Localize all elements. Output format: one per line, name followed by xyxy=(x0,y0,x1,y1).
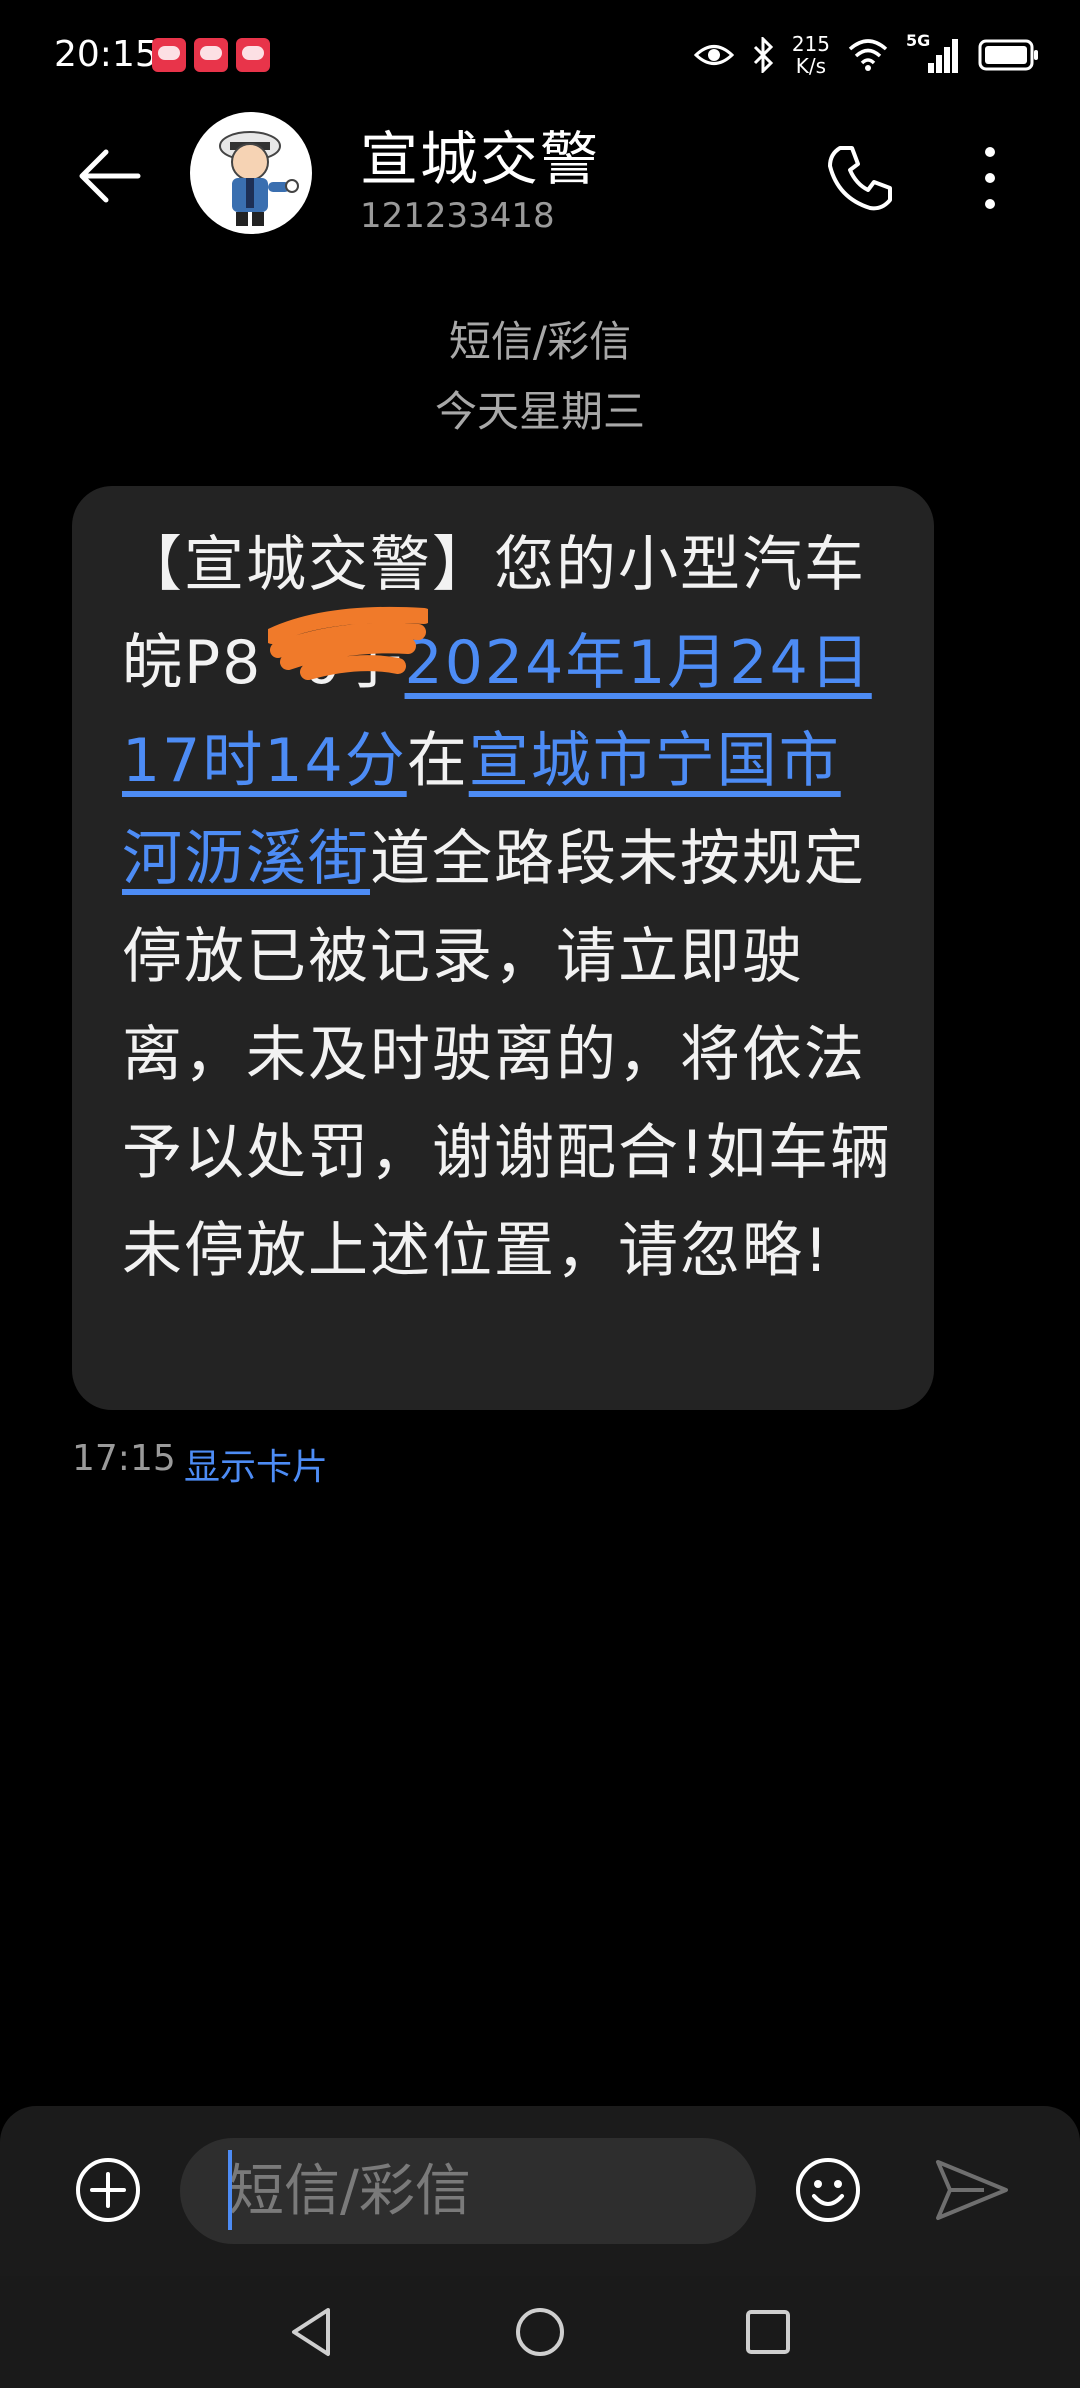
bluetooth-icon xyxy=(753,37,773,73)
status-bar: 20:15 215 K/s 5G xyxy=(0,0,1080,110)
send-icon[interactable] xyxy=(934,2156,1010,2224)
redaction-scribble xyxy=(268,606,428,680)
date-divider: 今天星期三 xyxy=(434,387,645,436)
add-attachment-icon[interactable] xyxy=(74,2156,142,2224)
wifi-icon xyxy=(848,39,888,71)
signal-icon: 5G xyxy=(906,31,960,73)
nav-recent-apps-icon[interactable] xyxy=(738,2302,798,2362)
message-time: 17:15 xyxy=(72,1438,176,1479)
nav-home-icon[interactable] xyxy=(510,2302,570,2362)
message-type-label: 短信/彩信 xyxy=(448,317,632,366)
avatar[interactable] xyxy=(190,112,312,234)
emoji-icon[interactable] xyxy=(794,2156,862,2224)
message-bubble[interactable]: 【宣城交警】您的小型汽车皖P8 0于2024年1月24日17时14分在宣城市宁国市… xyxy=(72,486,934,1410)
status-time: 20:15 xyxy=(54,34,158,75)
nav-back-icon[interactable] xyxy=(282,2302,342,2362)
message-text: 【宣城交警】您的小型汽车皖P8 0于2024年1月24日17时14分在宣城市宁国市… xyxy=(122,530,893,1286)
contact-number: 121233418 xyxy=(360,196,555,236)
more-vertical-icon[interactable] xyxy=(958,138,1022,218)
back-arrow-icon[interactable] xyxy=(72,140,144,212)
network-speed: 215 K/s xyxy=(791,32,830,78)
app-notification-icon xyxy=(236,38,270,72)
show-card-link[interactable]: 显示卡片 xyxy=(184,1438,328,1490)
police-officer-icon xyxy=(219,131,299,226)
app-notification-icon xyxy=(152,38,186,72)
eye-icon xyxy=(693,45,734,65)
message-input[interactable] xyxy=(180,2138,756,2244)
phone-icon[interactable] xyxy=(820,138,900,218)
status-icons: 215 K/s 5G xyxy=(693,30,1040,80)
battery-icon xyxy=(978,39,1038,71)
text-caret xyxy=(228,2150,232,2230)
contact-name: 宣城交警 xyxy=(360,125,601,193)
app-notification-icon xyxy=(194,38,228,72)
